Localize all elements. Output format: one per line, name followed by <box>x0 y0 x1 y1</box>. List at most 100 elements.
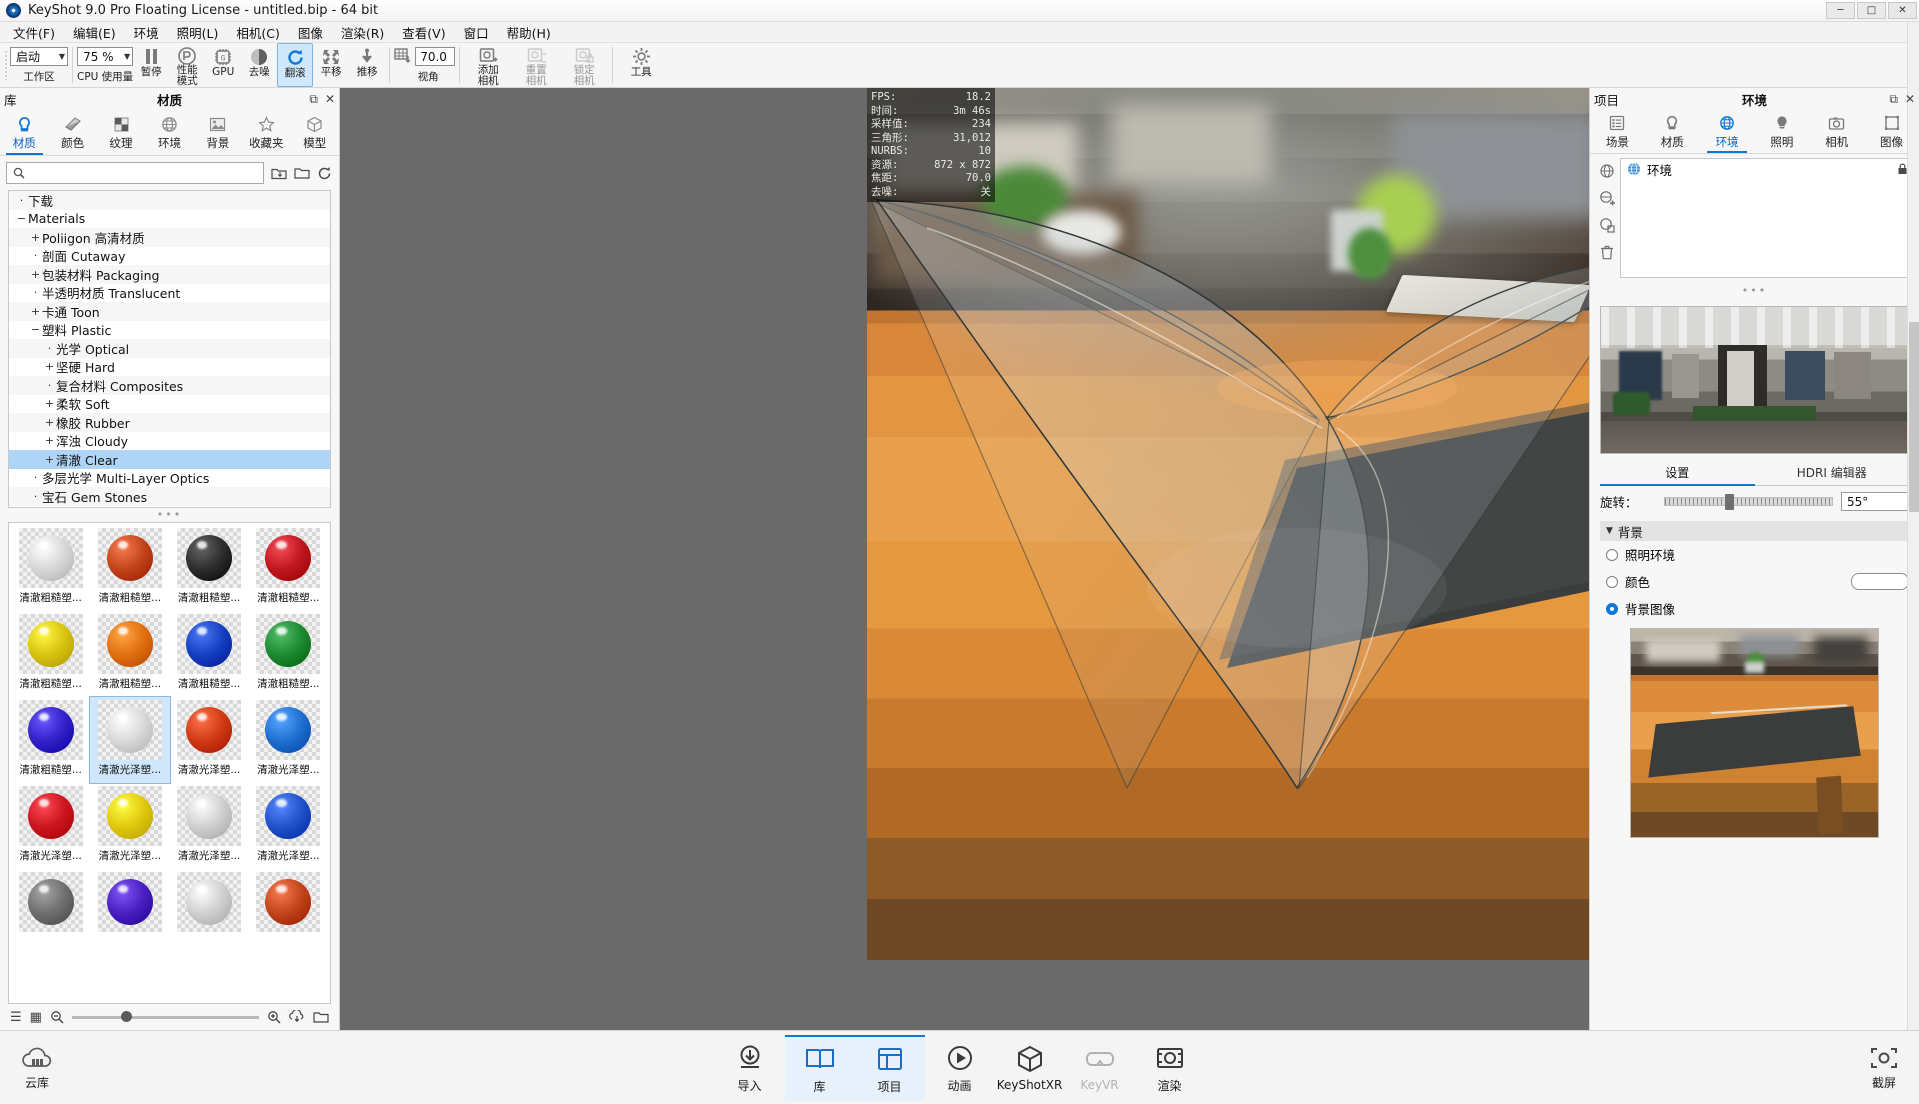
zoom-in-icon[interactable] <box>267 1010 281 1024</box>
menu-image[interactable]: 图像 <box>289 21 332 44</box>
close-button[interactable]: ✕ <box>1888 2 1917 19</box>
expand-icon[interactable]: + <box>43 434 56 447</box>
menu-render[interactable]: 渲染(R) <box>332 21 393 44</box>
gpu-button[interactable]: G GPU <box>205 43 241 87</box>
collapse-icon[interactable]: − <box>29 323 42 336</box>
tab-lighting[interactable]: 照明 <box>1754 110 1809 153</box>
field-of-view-control[interactable]: 70.0 视角 <box>394 43 456 87</box>
maximize-button[interactable]: □ <box>1857 2 1886 19</box>
backplate-preview[interactable] <box>1630 628 1879 838</box>
bottom-render-button[interactable]: 渲染 <box>1135 1035 1205 1101</box>
tree-node[interactable]: · 下载 <box>9 191 330 210</box>
leaf-icon[interactable]: · <box>29 471 42 484</box>
expand-icon[interactable]: + <box>43 397 56 410</box>
material-thumbnail[interactable]: 清澈粗糙塑... <box>11 525 90 611</box>
library-refresh-icon[interactable] <box>316 165 333 182</box>
tree-node[interactable]: · 宝石 Gem Stones <box>9 487 330 506</box>
tools-button[interactable]: 工具 <box>617 43 665 87</box>
menu-help[interactable]: 帮助(H) <box>498 21 560 44</box>
cpu-usage-selector[interactable]: 75 % ▼ CPU 使用量 <box>77 43 133 87</box>
library-tab-materials[interactable]: 材质 <box>0 110 48 155</box>
material-thumbnail[interactable]: 清澈光泽塑... <box>170 783 249 869</box>
rotation-slider[interactable] <box>1664 493 1833 510</box>
list-view-icon[interactable]: ☰ <box>10 1010 22 1025</box>
tree-node[interactable]: · 复合材料 Composites <box>9 376 330 395</box>
minimize-button[interactable]: ─ <box>1826 2 1855 19</box>
bottom-import-button[interactable]: 导入 <box>715 1035 785 1101</box>
cloud-library-button[interactable]: 云库 <box>20 1045 54 1091</box>
environment-globe-icon[interactable] <box>1598 162 1616 180</box>
add-camera-button[interactable]: 添加 相机 <box>464 43 512 87</box>
dolly-button[interactable]: 推移 <box>349 43 385 87</box>
environment-list[interactable]: 环境 <box>1620 158 1915 278</box>
reset-camera-button[interactable]: 重置 相机 <box>512 43 560 87</box>
pan-button[interactable]: 平移 <box>313 43 349 87</box>
environment-list-item[interactable]: 环境 <box>1621 159 1914 179</box>
background-section-header[interactable]: ▼ 背景 <box>1600 521 1909 541</box>
library-tab-favorites[interactable]: 收藏夹 <box>242 110 290 155</box>
tree-node[interactable]: · 光学 Optical <box>9 339 330 358</box>
tab-materials[interactable]: 材质 <box>1645 110 1700 153</box>
bottom-animation-button[interactable]: 动画 <box>925 1035 995 1101</box>
render-viewport[interactable]: FPS: 18.2 时间: 3m 46s 采样值: 234 三角形: 31,012 NURBS:… <box>340 88 1589 1030</box>
tab-scene[interactable]: 场景 <box>1590 110 1645 153</box>
tree-node[interactable]: + 清澈 Clear <box>9 450 330 469</box>
leaf-icon[interactable]: · <box>29 249 42 262</box>
panel-resize-handle[interactable]: ••• <box>0 508 339 522</box>
expand-icon[interactable]: + <box>29 268 42 281</box>
duplicate-environment-icon[interactable] <box>1598 216 1616 234</box>
library-tab-textures[interactable]: 纹理 <box>97 110 145 155</box>
library-tab-backplates[interactable]: 背景 <box>194 110 242 155</box>
menu-edit[interactable]: 编辑(E) <box>64 21 125 44</box>
menu-view[interactable]: 查看(V) <box>393 21 454 44</box>
undock-icon[interactable]: ⧉ <box>1889 92 1898 107</box>
slider-knob[interactable] <box>120 1010 132 1022</box>
library-tab-colors[interactable]: 颜色 <box>48 110 96 155</box>
tree-node[interactable]: − 塑料 Plastic <box>9 321 330 340</box>
material-thumbnail[interactable]: 清澈粗糙塑... <box>90 611 169 697</box>
material-category-tree[interactable]: · 下载 − Materials + Poliigon 高清材质 · 剖面 Cutaway + 包… <box>8 190 331 508</box>
background-option-color[interactable]: 颜色 <box>1590 568 1919 595</box>
slider-knob[interactable] <box>1724 493 1734 510</box>
search-input[interactable] <box>30 166 263 180</box>
expand-icon[interactable]: + <box>43 453 56 466</box>
fov-value-input[interactable]: 70.0 <box>415 47 456 66</box>
folder-open-icon[interactable] <box>313 1010 329 1024</box>
env-subtab-settings[interactable]: 设置 <box>1600 460 1755 486</box>
tumble-button[interactable]: 翻滚 <box>277 43 314 87</box>
tree-node[interactable]: + 坚硬 Hard <box>9 358 330 377</box>
leaf-icon[interactable]: · <box>29 286 42 299</box>
scrollbar-thumb[interactable] <box>1909 322 1919 512</box>
tree-node[interactable]: + Poliigon 高清材质 <box>9 228 330 247</box>
material-thumbnail[interactable]: 清澈粗糙塑... <box>11 611 90 697</box>
menu-environment[interactable]: 环境 <box>125 21 168 44</box>
undock-icon[interactable]: ⧉ <box>309 92 318 107</box>
project-resize-handle[interactable]: ••• <box>1590 284 1919 298</box>
tree-node[interactable]: · 半透明材质 Translucent <box>9 284 330 303</box>
material-thumbnail[interactable]: 清澈光泽塑... <box>90 783 169 869</box>
grid-view-icon[interactable]: ▦ <box>30 1010 42 1025</box>
library-tab-environments[interactable]: 环境 <box>145 110 193 155</box>
delete-icon[interactable] <box>1598 243 1616 261</box>
tree-node[interactable]: − Materials <box>9 210 330 229</box>
search-box[interactable] <box>6 162 264 184</box>
radio-button[interactable] <box>1606 548 1618 561</box>
hdri-preview[interactable] <box>1600 306 1909 454</box>
leaf-icon[interactable]: · <box>43 342 56 355</box>
material-thumbnail[interactable]: 清澈粗糙塑... <box>170 611 249 697</box>
material-thumbnail[interactable] <box>11 869 90 955</box>
bottom-keyshotxr-button[interactable]: KeyShotXR <box>995 1035 1065 1101</box>
background-color-swatch[interactable] <box>1851 573 1909 590</box>
material-thumbnail[interactable]: 清澈粗糙塑... <box>11 697 90 783</box>
bottom-project-button[interactable]: 项目 <box>854 1034 925 1101</box>
background-option-backplate-image[interactable]: 背景图像 <box>1590 595 1919 622</box>
material-thumbnail[interactable]: 清澈光泽塑... <box>249 783 328 869</box>
tab-camera[interactable]: 相机 <box>1809 110 1864 153</box>
material-thumbnail[interactable] <box>90 869 169 955</box>
thumbnail-size-slider[interactable] <box>71 1010 259 1022</box>
background-option-lighting-environment[interactable]: 照明环境 <box>1590 541 1919 568</box>
close-icon[interactable]: ✕ <box>1905 92 1915 107</box>
expand-icon[interactable]: + <box>43 416 56 429</box>
material-thumbnail[interactable]: 清澈光泽塑... <box>11 783 90 869</box>
bottom-keyvr-button[interactable]: KeyVR <box>1065 1035 1135 1101</box>
